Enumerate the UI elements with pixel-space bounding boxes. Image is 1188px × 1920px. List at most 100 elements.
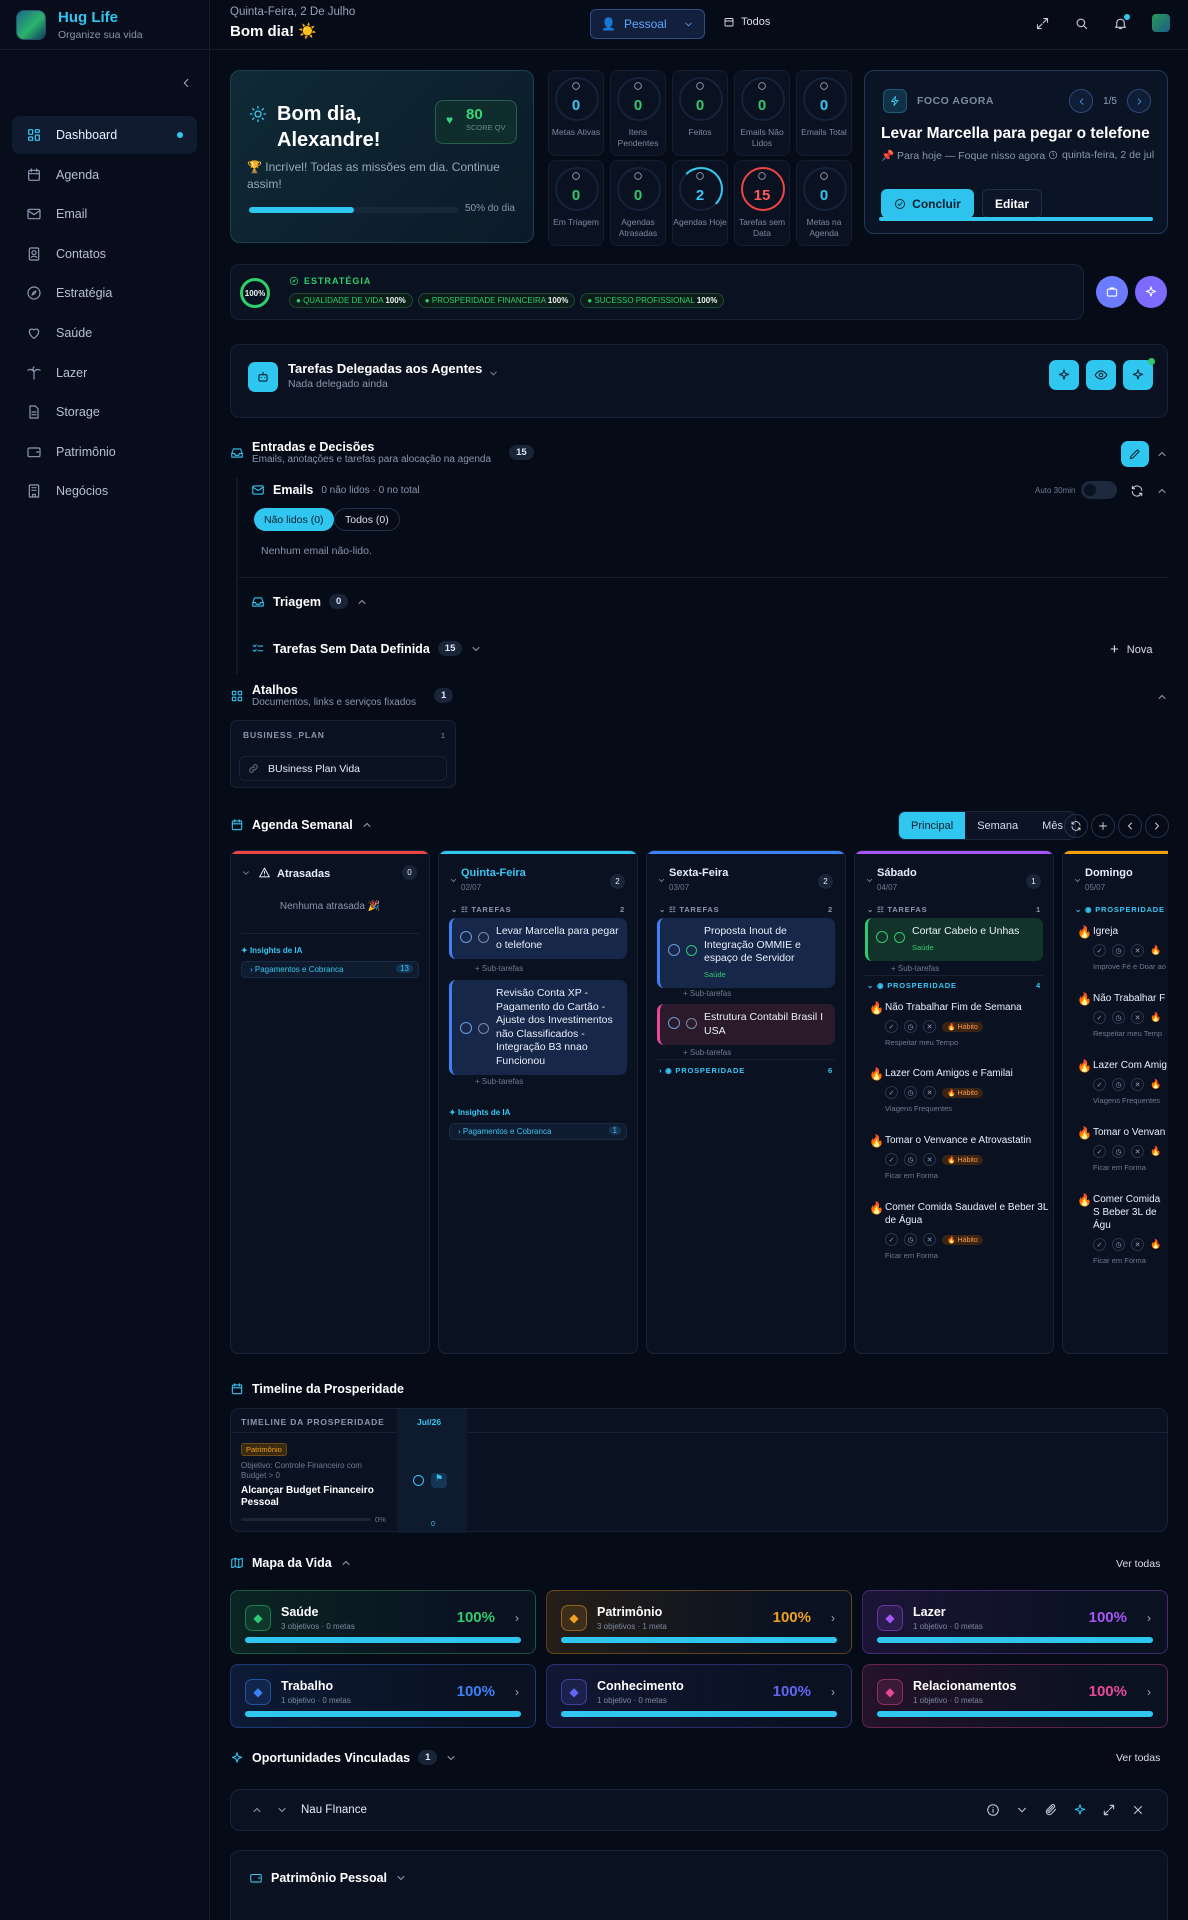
task-checkbox[interactable]	[460, 1022, 472, 1034]
sidebar-item-storage[interactable]: Storage	[12, 393, 197, 431]
strategy-pill[interactable]: ● SUCESSO PROFISSIONAL 100%	[580, 293, 725, 308]
habit-item[interactable]: 🔥 Não Trabalhar F ✓ ◷ ✕ 🔥 Respeitar meu Temp	[1077, 992, 1168, 1038]
skip-button[interactable]: ◷	[904, 1020, 917, 1033]
next-week-button[interactable]	[1145, 814, 1169, 838]
check-button[interactable]: ✓	[885, 1233, 898, 1246]
insight-item[interactable]: › Pagamentos e Cobranca 13	[241, 961, 419, 978]
habit-item[interactable]: 🔥 Tomar o Venvan ✓ ◷ ✕ 🔥 Ficar em Forma	[1077, 1126, 1168, 1172]
check-button[interactable]: ✓	[885, 1020, 898, 1033]
strategy-pill[interactable]: ● PROSPERIDADE FINANCEIRA 100%	[417, 293, 576, 308]
prev-button[interactable]	[1069, 89, 1094, 113]
stat-card[interactable]: 0 Feitos	[672, 70, 728, 156]
tab-unread[interactable]: Não lidos (0)	[254, 508, 334, 531]
check-button[interactable]: ✓	[1093, 1238, 1106, 1251]
chevron-down-icon[interactable]	[1015, 1803, 1029, 1817]
skip-button[interactable]: ◷	[1112, 1145, 1125, 1158]
emails-header[interactable]: Emails 0 não lidos · 0 no total	[251, 483, 420, 497]
search-icon[interactable]	[1074, 16, 1089, 31]
add-subtask[interactable]: + Sub-tarefas	[475, 1077, 523, 1086]
habit-item[interactable]: 🔥 Comer Comida Saudavel e Beber 3L de Águ…	[869, 1201, 1049, 1260]
task-checkbox[interactable]	[668, 944, 680, 956]
chevron-down-icon[interactable]	[488, 368, 499, 379]
add-subtask[interactable]: + Sub-tarefas	[475, 964, 523, 973]
shortcut-item[interactable]: BUsiness Plan Vida	[239, 756, 447, 781]
chevron-up-icon[interactable]	[1156, 448, 1168, 460]
check-button[interactable]: ✓	[1093, 1078, 1106, 1091]
skip-button[interactable]: ◷	[1112, 1078, 1125, 1091]
collapse-sidebar-icon[interactable]	[179, 76, 193, 90]
sparkle-button[interactable]	[1049, 360, 1079, 390]
habit-item[interactable]: 🔥 Não Trabalhar Fim de Semana ✓ ◷ ✕ 🔥 Hábito R…	[869, 1001, 1049, 1047]
notifications-button[interactable]	[1113, 13, 1130, 31]
dismiss-button[interactable]: ✕	[1131, 1078, 1144, 1091]
edit-inbox-button[interactable]	[1121, 441, 1149, 467]
habit-item[interactable]: 🔥 Tomar o Venvance e Atrovastatin ✓ ◷ ✕ 🔥 Háb…	[869, 1134, 1049, 1180]
stat-card[interactable]: 0 Itens Pendentes	[610, 70, 666, 156]
expand-icon[interactable]	[1035, 16, 1050, 31]
auto-refresh-toggle[interactable]	[1081, 481, 1117, 499]
view-button[interactable]	[1086, 360, 1116, 390]
view-principal[interactable]: Principal	[899, 812, 966, 839]
task-checkbox[interactable]	[460, 931, 472, 943]
task-card[interactable]: Revisão Conta XP - Pagamento do Cartão -…	[449, 980, 627, 1075]
opportunity-row[interactable]: Nau FInance	[230, 1789, 1168, 1831]
task-card[interactable]: Levar Marcella para pegar o telefone	[449, 918, 627, 959]
chevron-down-icon[interactable]	[241, 868, 251, 878]
habit-item[interactable]: 🔥 Igreja ✓ ◷ ✕ 🔥 Improve Fé e Doar ao	[1077, 925, 1168, 971]
habit-item[interactable]: 🔥 Lazer Com Amig ✓ ◷ ✕ 🔥 Viagens Frequentes	[1077, 1059, 1168, 1105]
skip-button[interactable]: ◷	[904, 1086, 917, 1099]
chevron-up-icon[interactable]	[1156, 691, 1168, 703]
life-map-header[interactable]: Mapa da Vida	[230, 1556, 352, 1570]
refresh-icon[interactable]	[1130, 484, 1144, 498]
check-button[interactable]: ✓	[1093, 944, 1106, 957]
view-semana[interactable]: Semana	[965, 812, 1030, 839]
sidebar-item-contatos[interactable]: Contatos	[12, 235, 197, 273]
patrimony-header[interactable]: Patrimônio Pessoal	[249, 1871, 407, 1885]
chevron-down-icon[interactable]	[1073, 876, 1082, 885]
timeline-section-header[interactable]: Timeline da Prosperidade	[230, 1382, 404, 1396]
sidebar-item-lazer[interactable]: Lazer	[12, 354, 197, 392]
sparkle-icon[interactable]	[1073, 1803, 1087, 1817]
prev-week-button[interactable]	[1118, 814, 1142, 838]
add-subtask[interactable]: + Sub-tarefas	[683, 1048, 731, 1057]
dismiss-button[interactable]: ✕	[1131, 944, 1144, 957]
sidebar-item-negocios[interactable]: Negócios	[12, 472, 197, 510]
sidebar-item-estrategia[interactable]: Estratégia	[12, 274, 197, 312]
life-area-card[interactable]: ◆ Trabalho 1 objetivo · 0 metas 100% ›	[230, 1664, 536, 1728]
sidebar-item-saude[interactable]: Saúde	[12, 314, 197, 352]
section-prosperity[interactable]: ⌄ ◉ PROSPERIDADE	[867, 981, 957, 990]
life-area-card[interactable]: ◆ Lazer 1 objetivo · 0 metas 100% ›	[862, 1590, 1168, 1654]
life-map-see-all[interactable]: Ver todas	[1116, 1558, 1160, 1570]
new-task-button[interactable]: + Nova	[1110, 641, 1152, 658]
flag-icon[interactable]: ⚑	[431, 1473, 447, 1488]
chevron-up-icon[interactable]	[1156, 485, 1168, 497]
agent-fab-blue[interactable]	[1096, 276, 1128, 308]
refresh-button[interactable]	[1064, 814, 1088, 838]
opportunities-see-all[interactable]: Ver todas	[1116, 1752, 1160, 1764]
filter-todos[interactable]: Todos	[723, 16, 770, 28]
insight-item[interactable]: › Pagamentos e Cobranca 1	[449, 1123, 627, 1140]
task-card[interactable]: Proposta Inout de Integração OMMIE e esp…	[657, 918, 835, 988]
dismiss-button[interactable]: ✕	[923, 1233, 936, 1246]
task-card[interactable]: Estrutura Contabil Brasil I USA	[657, 1004, 835, 1045]
dismiss-button[interactable]: ✕	[1131, 1011, 1144, 1024]
agent-run-button[interactable]	[1123, 358, 1155, 390]
strategy-bar[interactable]: 100% ESTRATÉGIA ● QUALIDADE DE VIDA 100%…	[230, 264, 1084, 320]
stat-card[interactable]: 15 Tarefas sem Data	[734, 160, 790, 246]
life-area-card[interactable]: ◆ Patrimônio 3 objetivos · 1 meta 100% ›	[546, 1590, 852, 1654]
skip-button[interactable]: ◷	[904, 1153, 917, 1166]
nodate-header[interactable]: Tarefas Sem Data Definida 15	[251, 641, 482, 656]
section-prosperity[interactable]: › ◉ PROSPERIDADE	[659, 1066, 745, 1075]
triage-header[interactable]: Triagem 0	[251, 594, 368, 609]
sidebar-item-email[interactable]: Email	[12, 195, 197, 233]
life-area-card[interactable]: ◆ Relacionamentos 1 objetivo · 0 metas 100%…	[862, 1664, 1168, 1728]
stat-card[interactable]: 0 Agendas Atrasadas	[610, 160, 666, 246]
next-button[interactable]	[1127, 89, 1151, 113]
habit-item[interactable]: 🔥 Comer Comida S Beber 3L de Águ ✓ ◷ ✕ 🔥 Ficar…	[1077, 1193, 1167, 1265]
opportunities-header[interactable]: Oportunidades Vinculadas 1	[230, 1750, 457, 1765]
sidebar-item-patrimonio[interactable]: Patrimônio	[12, 433, 197, 471]
skip-button[interactable]: ◷	[904, 1233, 917, 1246]
check-button[interactable]: ✓	[885, 1086, 898, 1099]
paperclip-icon[interactable]	[1044, 1803, 1058, 1817]
stat-card[interactable]: 2 Agendas Hoje	[672, 160, 728, 246]
